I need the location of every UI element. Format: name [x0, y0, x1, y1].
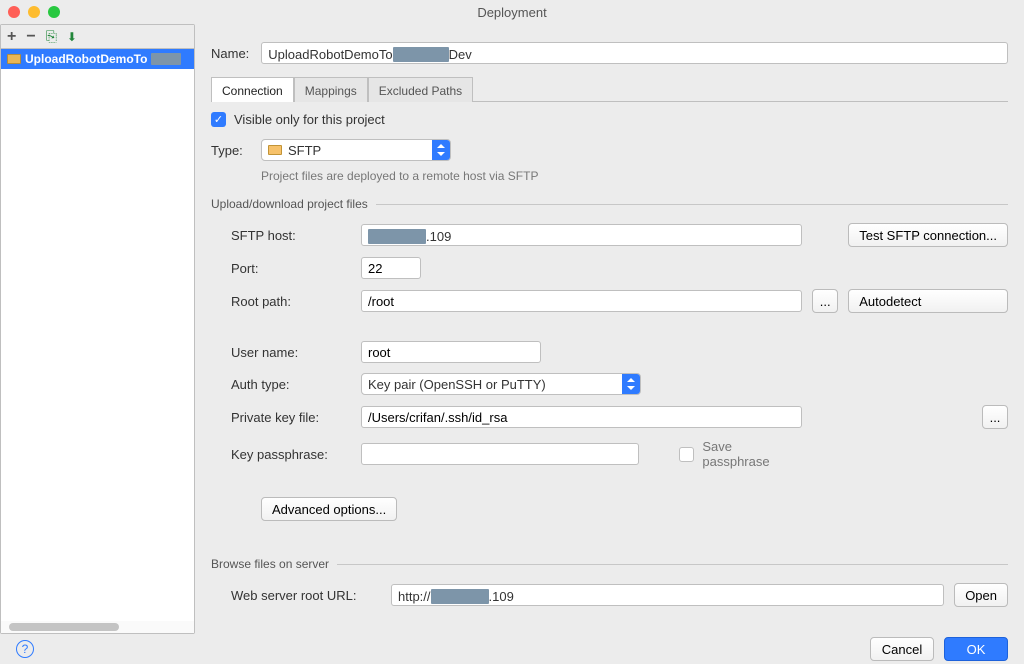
private-key-input[interactable] [361, 406, 802, 428]
ok-button[interactable]: OK [944, 637, 1008, 661]
web-root-label: Web server root URL: [231, 588, 381, 603]
port-label: Port: [231, 261, 351, 276]
dialog-footer: ? Cancel OK [0, 634, 1024, 664]
deployment-list-item[interactable]: UploadRobotDemoTo [1, 49, 194, 69]
use-default-icon[interactable] [67, 28, 77, 46]
port-input[interactable] [361, 257, 421, 279]
type-select-value: SFTP [288, 143, 321, 158]
test-sftp-button[interactable]: Test SFTP connection... [848, 223, 1008, 247]
sidebar-horizontal-scrollbar[interactable] [1, 621, 194, 633]
deployment-sidebar: UploadRobotDemoTo [0, 24, 195, 634]
username-label: User name: [231, 345, 351, 360]
name-label: Name: [211, 46, 249, 61]
key-passphrase-label: Key passphrase: [231, 447, 351, 462]
connection-panel: ✓ Visible only for this project Type: SF… [211, 102, 1008, 607]
root-path-label: Root path: [231, 294, 351, 309]
browse-files-legend: Browse files on server [211, 557, 337, 571]
web-root-input[interactable]: http://.109 [391, 584, 944, 606]
save-passphrase-checkbox[interactable]: ✓ [679, 447, 694, 462]
root-path-input[interactable] [361, 290, 802, 312]
tabs: Connection Mappings Excluded Paths [211, 76, 1008, 102]
sftp-host-label: SFTP host: [231, 228, 351, 243]
copy-icon[interactable] [46, 28, 57, 46]
chevron-updown-icon [432, 140, 450, 160]
root-path-browse-button[interactable]: ... [812, 289, 838, 313]
name-row: Name: UploadRobotDemoToDev [211, 42, 1008, 64]
save-passphrase-label: Save passphrase [702, 439, 802, 469]
open-web-button[interactable]: Open [954, 583, 1008, 607]
sidebar-toolbar [1, 25, 194, 49]
advanced-options-button[interactable]: Advanced options... [261, 497, 397, 521]
deployment-list-item-label: UploadRobotDemoTo [25, 52, 147, 66]
tab-mappings[interactable]: Mappings [294, 77, 368, 102]
chevron-updown-icon [622, 374, 640, 394]
private-key-label: Private key file: [231, 410, 351, 425]
type-help-text: Project files are deployed to a remote h… [261, 169, 1008, 183]
content-area: Name: UploadRobotDemoToDev Connection Ma… [195, 24, 1024, 634]
maximize-icon[interactable] [48, 6, 60, 18]
type-select[interactable]: SFTP [261, 139, 451, 161]
private-key-browse-button[interactable]: ... [982, 405, 1008, 429]
key-passphrase-input[interactable] [361, 443, 639, 465]
username-input[interactable] [361, 341, 541, 363]
window-title: Deployment [477, 5, 546, 20]
tab-excluded-paths[interactable]: Excluded Paths [368, 77, 473, 102]
upload-download-fieldset: Upload/download project files SFTP host:… [211, 197, 1008, 521]
browse-files-fieldset: Browse files on server Web server root U… [211, 557, 1008, 607]
deployment-list[interactable]: UploadRobotDemoTo [1, 49, 194, 633]
auth-type-select[interactable]: Key pair (OpenSSH or PuTTY) [361, 373, 641, 395]
auth-type-value: Key pair (OpenSSH or PuTTY) [368, 377, 546, 392]
sftp-icon [268, 145, 282, 155]
help-icon[interactable]: ? [16, 640, 34, 658]
add-icon[interactable] [7, 28, 16, 46]
cancel-button[interactable]: Cancel [870, 637, 934, 661]
remove-icon[interactable] [26, 28, 35, 46]
tab-connection[interactable]: Connection [211, 77, 294, 102]
visible-project-row: ✓ Visible only for this project [211, 112, 1008, 127]
visible-project-label: Visible only for this project [234, 112, 385, 127]
visible-project-checkbox[interactable]: ✓ [211, 112, 226, 127]
sftp-host-input[interactable]: .109 [361, 224, 802, 246]
upload-download-legend: Upload/download project files [211, 197, 376, 211]
window-controls [8, 6, 60, 18]
minimize-icon[interactable] [28, 6, 40, 18]
autodetect-button[interactable]: Autodetect [848, 289, 1008, 313]
name-input[interactable]: UploadRobotDemoToDev [261, 42, 1008, 64]
auth-type-label: Auth type: [231, 377, 351, 392]
close-icon[interactable] [8, 6, 20, 18]
scrollbar-thumb[interactable] [9, 623, 119, 631]
titlebar: Deployment [0, 0, 1024, 24]
server-icon [7, 54, 21, 64]
type-label: Type: [211, 143, 249, 158]
